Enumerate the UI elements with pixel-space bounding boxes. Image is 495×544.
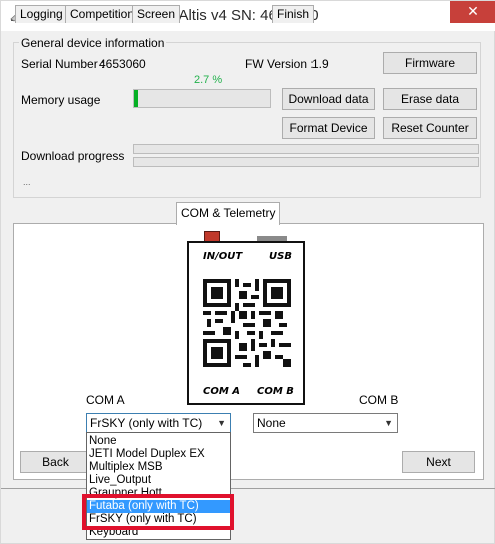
tab-screen[interactable]: Screen	[132, 5, 181, 23]
memory-usage-bar	[133, 89, 271, 108]
serial-value: 4653060	[99, 57, 146, 71]
qr-code-icon	[203, 279, 291, 367]
memory-usage-fill	[134, 90, 138, 107]
com-a-select[interactable]: FrSKY (only with TC) ▼	[86, 413, 231, 433]
serial-label: Serial Number :	[21, 57, 105, 71]
main-window: Altis v4 SN: 4653060 ✕ General device in…	[0, 0, 495, 544]
close-icon: ✕	[467, 4, 479, 20]
download-progress-bar-1	[133, 144, 479, 154]
com-b-selected-value: None	[257, 416, 286, 430]
bottom-separator	[1, 488, 495, 489]
dropdown-option-multiplex[interactable]: Multiplex MSB	[87, 461, 230, 474]
tab-competition[interactable]: Competition	[65, 5, 140, 23]
annotation-highlight-box	[82, 494, 234, 530]
com-a-selected-value: FrSKY (only with TC)	[90, 416, 203, 430]
fw-version-value: 1.9	[312, 57, 329, 71]
download-data-button[interactable]: Download data	[282, 88, 375, 110]
status-text: ...	[23, 177, 31, 187]
close-button[interactable]: ✕	[450, 1, 495, 23]
dropdown-option-none[interactable]: None	[87, 435, 230, 448]
tab-com-telemetry[interactable]: COM & Telemetry	[176, 202, 281, 225]
reset-counter-button[interactable]: Reset Counter	[383, 117, 477, 139]
back-button[interactable]: Back	[20, 451, 91, 473]
in-out-label: IN/OUT	[203, 251, 243, 262]
com-b-label: COM B	[359, 393, 399, 407]
memory-usage-label: Memory usage	[21, 93, 101, 107]
chevron-down-icon: ▼	[217, 418, 226, 428]
erase-data-button[interactable]: Erase data	[383, 88, 477, 110]
com-b-select[interactable]: None ▼	[253, 413, 398, 433]
download-progress-label: Download progress	[21, 149, 125, 163]
com-b-port-label: COM B	[257, 386, 294, 397]
tab-finish[interactable]: Finish	[272, 5, 315, 23]
com-a-label: COM A	[86, 393, 125, 407]
download-progress-bar-2	[133, 157, 479, 167]
tab-logging[interactable]: Logging	[15, 5, 68, 23]
usb-label: USB	[269, 251, 292, 262]
next-button[interactable]: Next	[402, 451, 475, 473]
com-a-port-label: COM A	[203, 386, 241, 397]
chevron-down-icon: ▼	[384, 418, 393, 428]
dropdown-option-jeti[interactable]: JETI Model Duplex EX	[87, 448, 230, 461]
firmware-button[interactable]: Firmware	[383, 52, 477, 74]
dropdown-option-live-output[interactable]: Live_Output	[87, 474, 230, 487]
general-info-title: General device information	[19, 36, 167, 50]
memory-percent-text: 2.7 %	[194, 74, 223, 86]
device-diagram: IN/OUT USB COM A COM B	[187, 241, 305, 405]
format-device-button[interactable]: Format Device	[282, 117, 375, 139]
fw-version-label: FW Version :	[245, 57, 314, 71]
